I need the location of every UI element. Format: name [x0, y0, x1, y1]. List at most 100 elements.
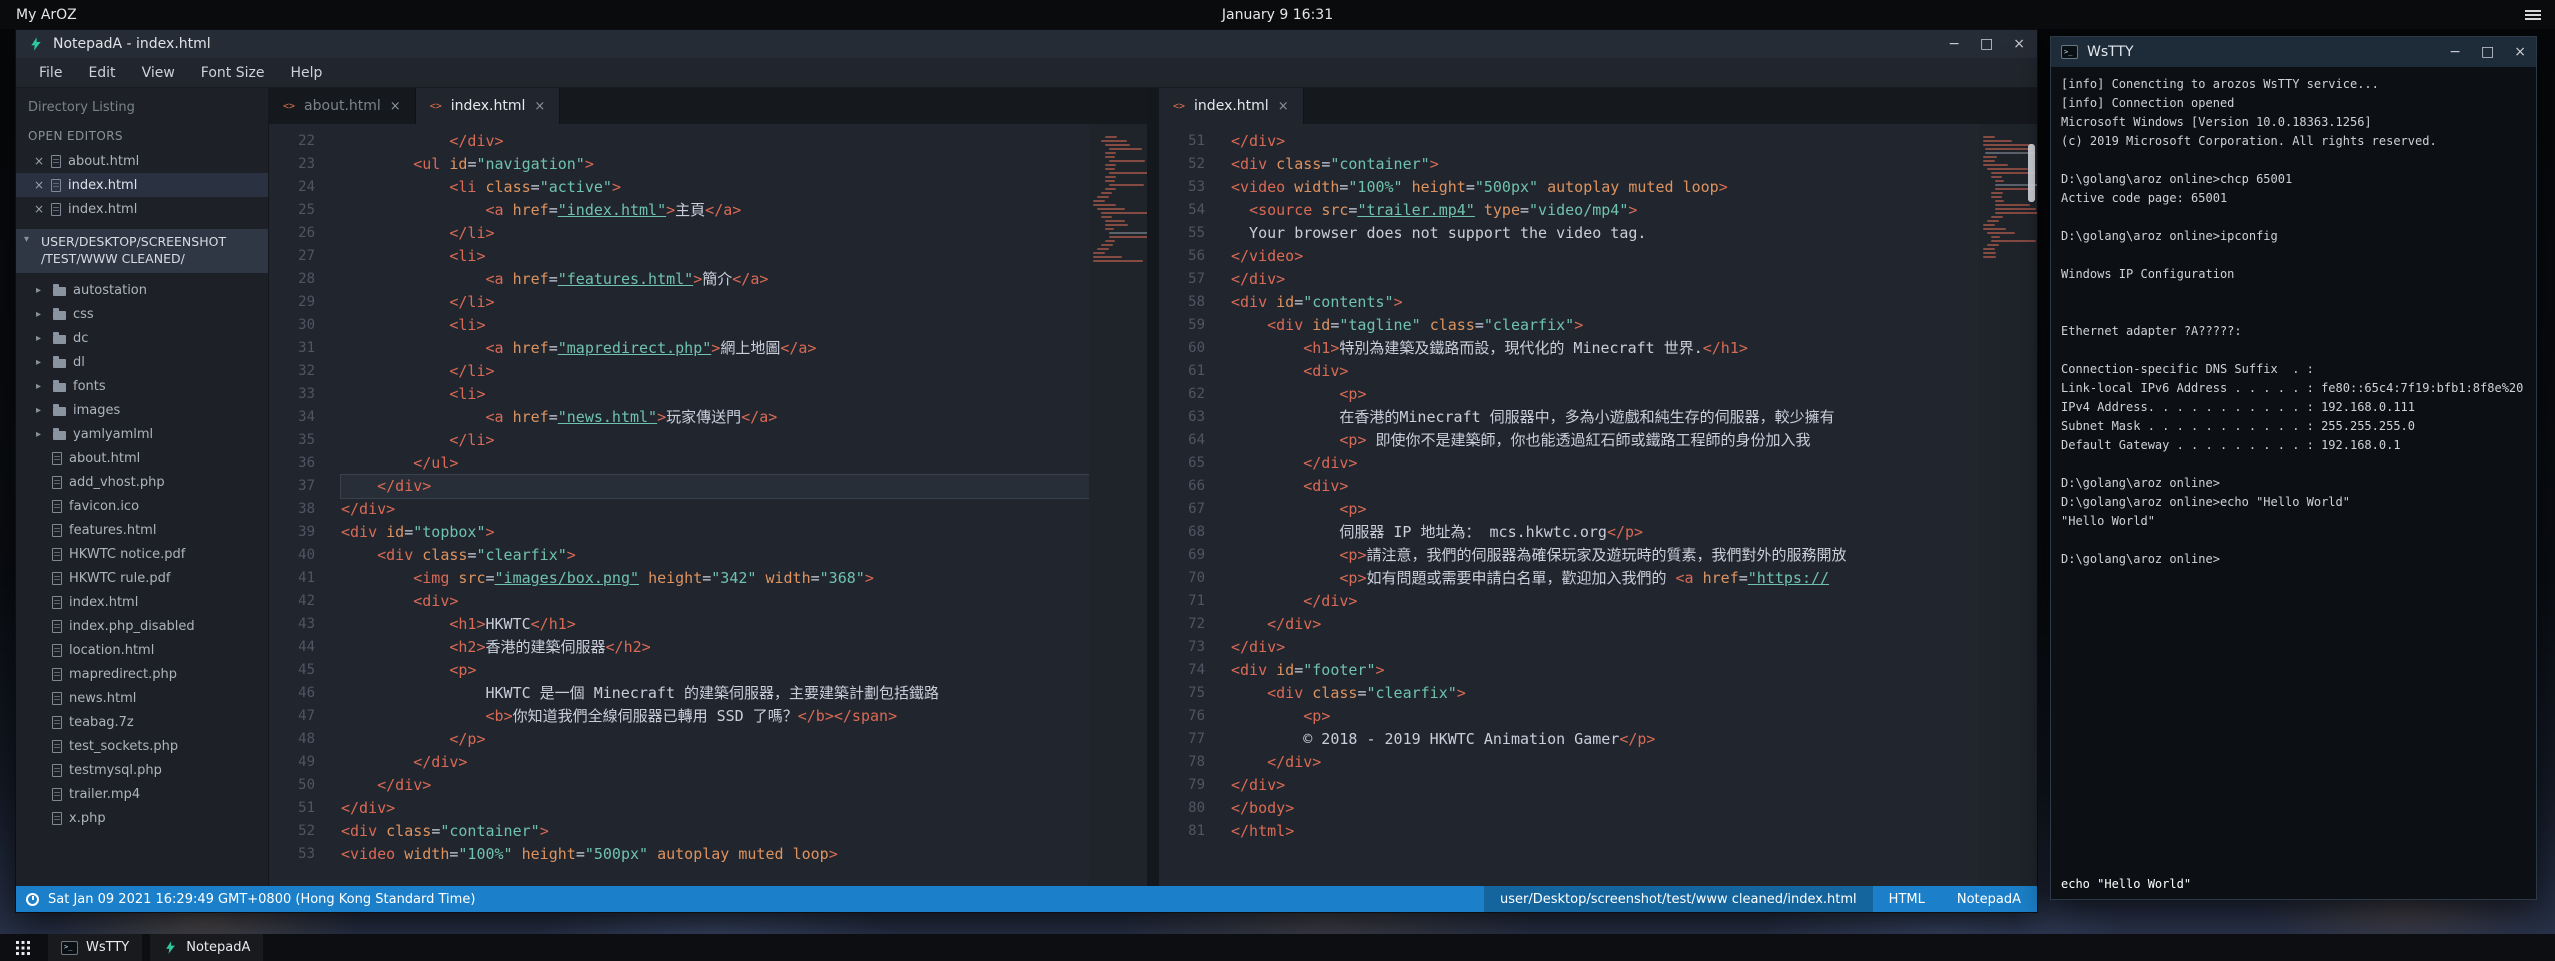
code-line[interactable]: </div>: [341, 475, 1089, 498]
terminal-screen[interactable]: [info] Conencting to arozos WsTTY servic…: [2051, 67, 2536, 899]
code-line[interactable]: <li>: [341, 314, 1089, 337]
code-line[interactable]: © 2018 - 2019 HKWTC Animation Gamer</p>: [1231, 728, 1979, 751]
code-line[interactable]: <div id="footer">: [1231, 659, 1979, 682]
code-line[interactable]: <li>: [341, 383, 1089, 406]
tree-file-row[interactable]: index.html: [16, 591, 268, 615]
code-line[interactable]: <img src="images/box.png" height="342" w…: [341, 567, 1089, 590]
code-line[interactable]: <div class="container">: [341, 820, 1089, 843]
tab-close-icon[interactable]: ×: [1278, 99, 1289, 114]
code-line[interactable]: </video>: [1231, 245, 1979, 268]
taskbar-item-notepada[interactable]: NotepadA: [150, 934, 263, 961]
minimize-button[interactable]: −: [1948, 37, 1960, 51]
code-line[interactable]: </div>: [1231, 774, 1979, 797]
code-editor[interactable]: </div> <ul id="navigation"> <li class="a…: [331, 124, 1089, 886]
close-editor-icon[interactable]: ×: [34, 154, 44, 168]
code-line[interactable]: </li>: [341, 360, 1089, 383]
tree-file-row[interactable]: test_sockets.php: [16, 735, 268, 759]
code-line[interactable]: <a href="mapredirect.php">網上地圖</a>: [341, 337, 1089, 360]
tree-file-row[interactable]: testmysql.php: [16, 759, 268, 783]
tree-folder-row[interactable]: ▸autostation: [16, 279, 268, 303]
code-line[interactable]: HKWTC 是一個 Minecraft 的建築伺服器，主要建築計劃包括鐵路: [341, 682, 1089, 705]
code-line[interactable]: </div>: [1231, 613, 1979, 636]
terminal-input-line[interactable]: echo "Hello World": [2061, 875, 2191, 894]
tree-file-row[interactable]: features.html: [16, 519, 268, 543]
open-editor-row[interactable]: ×about.html: [16, 149, 268, 173]
tree-file-row[interactable]: trailer.mp4: [16, 783, 268, 807]
tree-folder-row[interactable]: ▸dl: [16, 351, 268, 375]
minimap[interactable]: [1979, 124, 2037, 886]
code-editor[interactable]: </div><div class="container"><video widt…: [1221, 124, 1979, 886]
menu-file[interactable]: File: [26, 65, 75, 81]
editor-tab[interactable]: <>about.html×: [269, 88, 416, 124]
code-line[interactable]: <b>你知道我們全線伺服器已轉用 SSD 了嗎？</b></span>: [341, 705, 1089, 728]
code-line[interactable]: <div class="clearfix">: [1231, 682, 1979, 705]
menu-help[interactable]: Help: [277, 65, 335, 81]
code-line[interactable]: </div>: [341, 130, 1089, 153]
code-line[interactable]: <li>: [341, 245, 1089, 268]
code-line[interactable]: <li class="active">: [341, 176, 1089, 199]
code-line[interactable]: </div>: [341, 774, 1089, 797]
tree-folder-row[interactable]: ▸css: [16, 303, 268, 327]
code-line[interactable]: </body>: [1231, 797, 1979, 820]
tree-file-row[interactable]: HKWTC rule.pdf: [16, 567, 268, 591]
code-line[interactable]: <video width="100%" height="500px" autop…: [341, 843, 1089, 866]
code-line[interactable]: <h2>香港的建築伺服器</h2>: [341, 636, 1089, 659]
close-button[interactable]: ×: [2514, 45, 2526, 59]
tree-file-row[interactable]: teabag.7z: [16, 711, 268, 735]
code-line[interactable]: <a href="features.html">簡介</a>: [341, 268, 1089, 291]
code-line[interactable]: </p>: [341, 728, 1089, 751]
tab-close-icon[interactable]: ×: [390, 99, 401, 114]
tree-file-row[interactable]: news.html: [16, 687, 268, 711]
code-line[interactable]: <h1>特別為建築及鐵路而設，現代化的 Minecraft 世界.</h1>: [1231, 337, 1979, 360]
code-line[interactable]: </div>: [341, 498, 1089, 521]
editor-tab[interactable]: <>index.html×: [1159, 88, 1304, 124]
code-line[interactable]: <p>: [341, 659, 1089, 682]
tree-folder-row[interactable]: ▸images: [16, 399, 268, 423]
code-line[interactable]: <div id="topbox">: [341, 521, 1089, 544]
tree-file-row[interactable]: mapredirect.php: [16, 663, 268, 687]
editor-tab[interactable]: <>index.html×: [416, 88, 561, 124]
start-menu-button[interactable]: [6, 934, 40, 961]
tree-file-row[interactable]: index.php_disabled: [16, 615, 268, 639]
code-line[interactable]: Your browser does not support the video …: [1231, 222, 1979, 245]
code-line[interactable]: </html>: [1231, 820, 1979, 843]
menu-font-size[interactable]: Font Size: [188, 65, 278, 81]
code-line[interactable]: </li>: [341, 429, 1089, 452]
workspace-root[interactable]: ▾ USER/DESKTOP/SCREENSHOT /TEST/WWW CLEA…: [16, 229, 268, 273]
code-line[interactable]: </div>: [341, 751, 1089, 774]
tree-folder-row[interactable]: ▸yamlyamlml: [16, 423, 268, 447]
code-line[interactable]: <h1>HKWTC</h1>: [341, 613, 1089, 636]
code-line[interactable]: <p>請注意，我們的伺服器為確保玩家及遊玩時的質素，我們對外的服務開放: [1231, 544, 1979, 567]
maximize-button[interactable]: □: [1980, 37, 1993, 51]
code-line[interactable]: <a href="news.html">玩家傳送門</a>: [341, 406, 1089, 429]
close-editor-icon[interactable]: ×: [34, 178, 44, 192]
tree-file-row[interactable]: favicon.ico: [16, 495, 268, 519]
code-line[interactable]: <p>: [1231, 383, 1979, 406]
code-line[interactable]: <ul id="navigation">: [341, 153, 1089, 176]
tree-folder-row[interactable]: ▸dc: [16, 327, 268, 351]
code-line[interactable]: 伺服器 IP 地址為： mcs.hkwtc.org</p>: [1231, 521, 1979, 544]
tree-folder-row[interactable]: ▸fonts: [16, 375, 268, 399]
minimize-button[interactable]: −: [2449, 45, 2461, 59]
taskbar-item-wstty[interactable]: >_ WsTTY: [48, 934, 142, 961]
notepada-titlebar[interactable]: NotepadA - index.html − □ ×: [16, 30, 2037, 58]
code-line[interactable]: </div>: [341, 797, 1089, 820]
code-line[interactable]: </div>: [1231, 130, 1979, 153]
code-line[interactable]: <p> 即使你不是建築師，你也能透過紅石師或鐵路工程師的身份加入我: [1231, 429, 1979, 452]
code-line[interactable]: <div>: [341, 590, 1089, 613]
tab-close-icon[interactable]: ×: [534, 99, 545, 114]
tree-file-row[interactable]: about.html: [16, 447, 268, 471]
menu-edit[interactable]: Edit: [75, 65, 128, 81]
tree-file-row[interactable]: HKWTC notice.pdf: [16, 543, 268, 567]
code-line[interactable]: <div id="contents">: [1231, 291, 1979, 314]
scrollbar-thumb[interactable]: [2028, 144, 2035, 202]
open-editor-row[interactable]: ×index.html: [16, 173, 268, 197]
code-line[interactable]: </li>: [341, 222, 1089, 245]
code-line[interactable]: <a href="index.html">主頁</a>: [341, 199, 1089, 222]
code-line[interactable]: </div>: [1231, 590, 1979, 613]
close-editor-icon[interactable]: ×: [34, 202, 44, 216]
tree-file-row[interactable]: add_vhost.php: [16, 471, 268, 495]
code-line[interactable]: <p>: [1231, 705, 1979, 728]
code-line[interactable]: <div id="tagline" class="clearfix">: [1231, 314, 1979, 337]
close-button[interactable]: ×: [2013, 37, 2025, 51]
